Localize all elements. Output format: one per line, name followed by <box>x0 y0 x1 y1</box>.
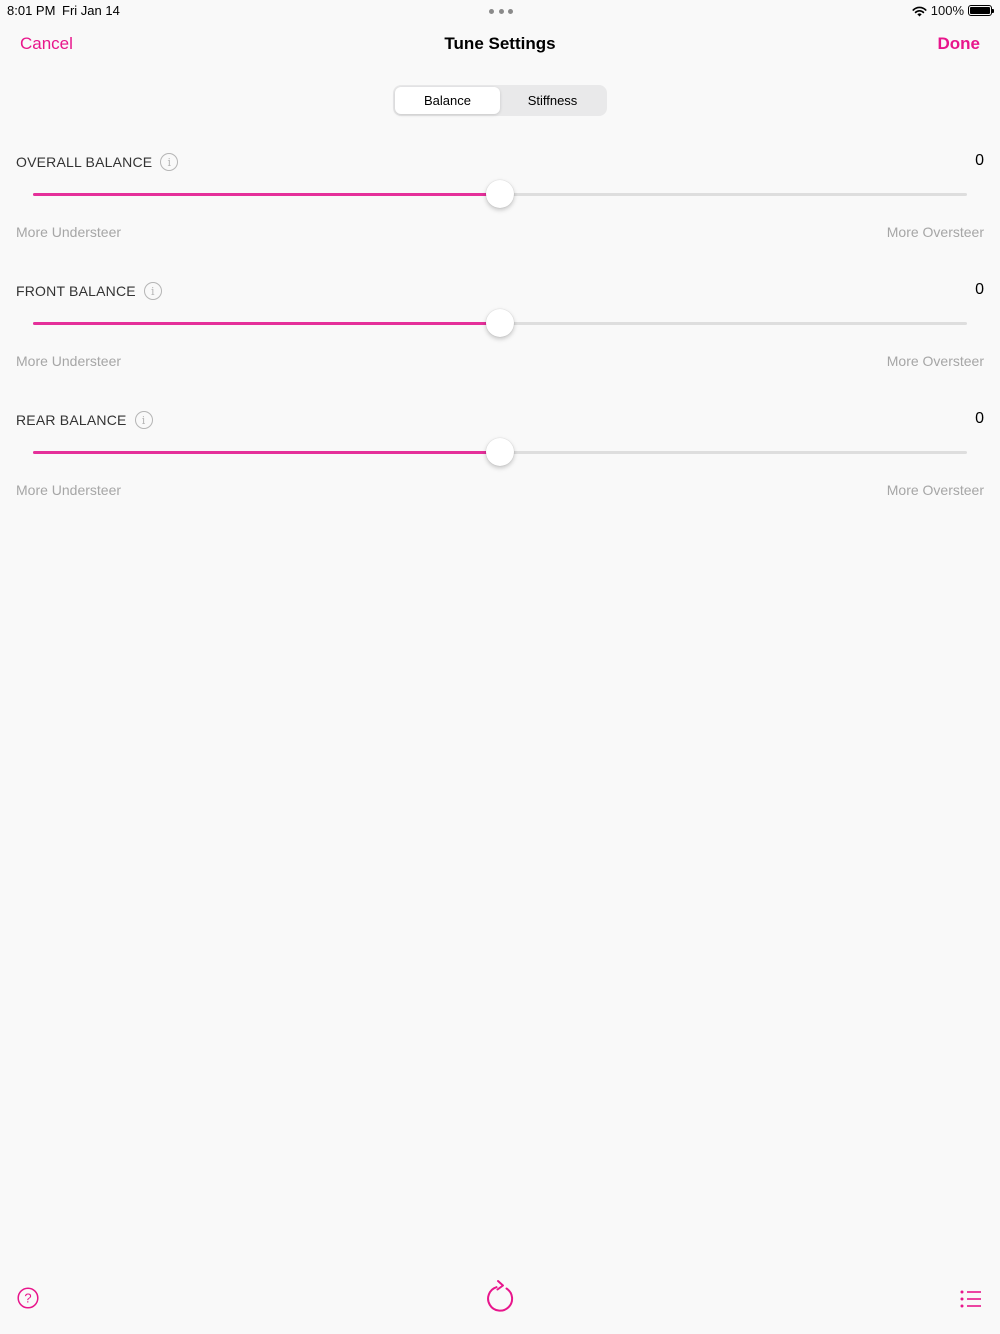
tune-settings-screen: 8:01 PM Fri Jan 14 100% Cancel Tune Sett… <box>0 0 1000 1334</box>
status-time: 8:01 PM <box>7 3 56 18</box>
understeer-hint: More Understeer <box>16 482 122 498</box>
info-icon[interactable]: i <box>134 411 153 429</box>
multitasking-dots-icon[interactable] <box>489 9 513 15</box>
setting-label-wrap: FRONT BALANCE i <box>16 282 162 300</box>
front-balance-slider[interactable] <box>33 309 967 337</box>
wifi-icon <box>912 6 927 16</box>
svg-text:?: ? <box>24 1291 31 1306</box>
front-balance-setting: FRONT BALANCE i 0 More Understeer More O… <box>0 281 1000 392</box>
oversteer-hint: More Oversteer <box>886 482 984 498</box>
battery-icon <box>968 5 994 16</box>
oversteer-hint: More Oversteer <box>886 224 984 240</box>
list-icon[interactable] <box>960 1290 982 1308</box>
overall-balance-label: OVERALL BALANCE <box>16 154 153 170</box>
understeer-hint: More Understeer <box>16 224 122 240</box>
rear-balance-setting: REAR BALANCE i 0 More Understeer More Ov… <box>0 410 1000 521</box>
slider-fill <box>33 451 500 454</box>
page-title: Tune Settings <box>444 34 556 53</box>
status-date: Fri Jan 14 <box>62 3 120 18</box>
help-icon[interactable]: ? <box>17 1287 39 1309</box>
rear-balance-value: 0 <box>975 410 984 427</box>
slider-thumb[interactable] <box>486 309 514 337</box>
front-balance-value: 0 <box>975 281 984 298</box>
rear-balance-label: REAR BALANCE <box>16 412 127 428</box>
info-icon[interactable]: i <box>160 153 179 171</box>
slider-thumb[interactable] <box>486 180 514 208</box>
front-balance-label: FRONT BALANCE <box>16 283 136 299</box>
info-icon[interactable]: i <box>143 282 162 300</box>
oversteer-hint: More Oversteer <box>886 353 984 369</box>
tab-stiffness[interactable]: Stiffness <box>500 87 605 114</box>
overall-balance-setting: OVERALL BALANCE i 0 More Understeer More… <box>0 152 1000 263</box>
overall-balance-slider[interactable] <box>33 180 967 208</box>
status-indicators: 100% <box>912 3 994 18</box>
battery-percent: 100% <box>930 3 964 18</box>
tab-segmented-control: Balance Stiffness <box>393 85 607 116</box>
tab-balance[interactable]: Balance <box>395 87 500 114</box>
slider-fill <box>33 322 500 325</box>
setting-label-wrap: OVERALL BALANCE i <box>16 153 179 171</box>
slider-fill <box>33 193 500 196</box>
slider-thumb[interactable] <box>486 438 514 466</box>
done-button[interactable]: Done <box>938 34 981 54</box>
overall-balance-value: 0 <box>975 152 984 169</box>
setting-label-wrap: REAR BALANCE i <box>16 411 153 429</box>
reset-icon[interactable] <box>484 1278 517 1313</box>
rear-balance-slider[interactable] <box>33 438 967 466</box>
understeer-hint: More Understeer <box>16 353 122 369</box>
status-bar: 8:01 PM Fri Jan 14 100% <box>0 0 1000 22</box>
